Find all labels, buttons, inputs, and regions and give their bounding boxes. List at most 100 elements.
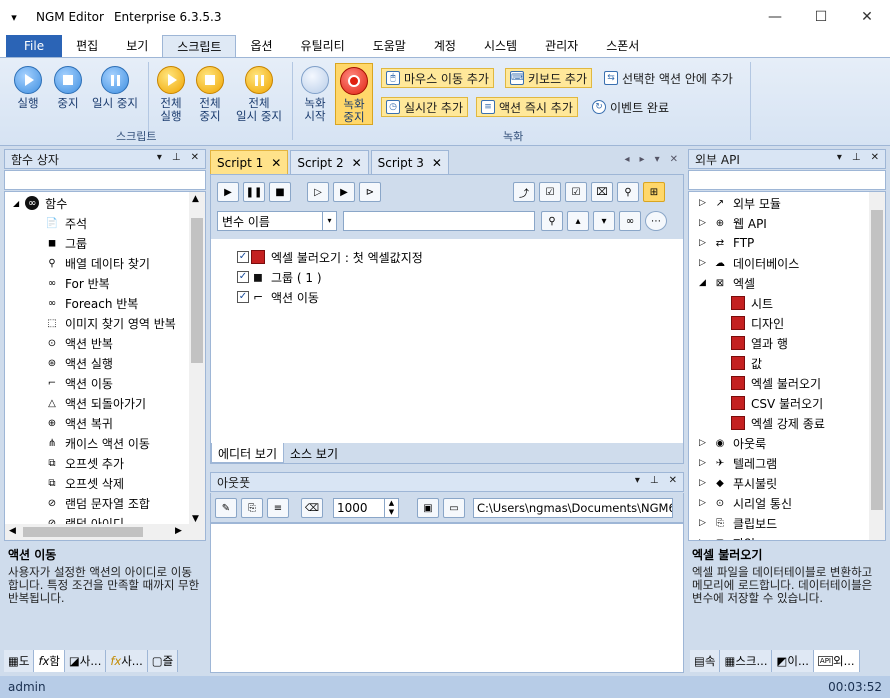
add-file-icon[interactable]: ⎘ [241,498,263,518]
add-in-selected-action-button[interactable]: ⇆ 선택한 액션 안에 추가 [600,68,737,88]
minimize-button[interactable]: — [752,0,798,34]
menu-script[interactable]: 스크립트 [162,35,237,57]
source-view-tab[interactable]: 소스 보기 [284,443,344,463]
tab-script-2[interactable]: Script 2 ✕ [290,150,369,174]
close-tab-icon[interactable]: ✕ [352,156,362,170]
menu-sponsor[interactable]: 스폰서 [592,35,653,57]
scroll-up-icon[interactable]: ▲ [192,194,199,204]
tab-script-3[interactable]: Script 3 ✕ [370,150,449,174]
api-item-database[interactable]: ▷ ☁ 데이터베이스 [699,253,799,273]
close-doc-icon[interactable]: ✕ [670,154,678,165]
script-row[interactable]: ✓ 엑셀 불러오기 : 첫 엑셀값지정 [237,247,423,267]
api-item-external-module[interactable]: ▷ ↗ 외부 모듈 [699,193,781,213]
function-item-action-move[interactable]: ⌐ 액션 이동 [45,373,113,393]
chart-icon[interactable]: ⤴ [513,182,535,202]
step-into-icon[interactable]: ▶ [333,182,355,202]
dropdown-icon[interactable]: ▾ [635,475,640,486]
api-item-excel[interactable]: ◢ ⊠ 엑셀 [699,273,755,293]
delete-icon[interactable]: ⌧ [591,182,613,202]
clear-log-icon[interactable]: ✎ [215,498,237,518]
function-item-array-search[interactable]: ⚲ 배열 데이타 찾기 [45,253,150,273]
close-icon[interactable]: ✕ [871,152,879,163]
menu-utility[interactable]: 유틸리티 [287,35,359,57]
menu-file[interactable]: File [6,35,63,57]
api-item-design[interactable]: 디자인 [731,313,784,333]
function-item-action-back[interactable]: △ 액션 되돌아가기 [45,393,146,413]
function-item-offset-delete[interactable]: ⧉ 오프셋 삭제 [45,473,124,493]
search-icon[interactable]: ⚲ [617,182,639,202]
function-item-offset-add[interactable]: ⧉ 오프셋 추가 [45,453,124,473]
function-item-action-run[interactable]: ⊛ 액션 실행 [45,353,113,373]
run-button[interactable]: 실행 [10,66,46,110]
tab-user-1[interactable]: ◪ 사... [64,650,107,672]
interval-stepper[interactable]: 1000 ▲ ▼ [333,498,399,518]
record-start-button[interactable]: 녹화 시작 [297,66,333,123]
function-item-comment[interactable]: 📄 주석 [45,213,87,233]
menu-system[interactable]: 시스템 [470,35,531,57]
function-item-image-search[interactable]: ⬚ 이미지 찾기 영역 반복 [45,313,176,333]
scroll-right-icon[interactable]: ▶ [175,526,182,536]
expand-icon[interactable]: ▷ [699,218,707,228]
tree-root-functions[interactable]: ◢ ∞ 함수 [13,193,67,213]
stop-button[interactable]: 중지 [50,66,86,110]
record-stop-button[interactable]: 녹화 중지 [335,63,373,125]
pin-icon[interactable]: ⊥ [172,152,181,163]
step-icon[interactable]: ▷ [307,182,329,202]
tab-functions[interactable]: fx 함 [34,650,65,672]
api-item-excel-force-close[interactable]: 엑셀 강제 종료 [731,413,825,433]
pin-icon[interactable]: ⊥ [852,152,861,163]
tab-screen[interactable]: ▦ 스크... [720,650,773,672]
dropdown-icon[interactable]: ▾ [157,152,162,163]
close-button[interactable]: ✕ [844,0,890,34]
search-icon[interactable]: ⚲ [541,211,563,231]
expand-icon[interactable]: ◢ [699,278,707,288]
scroll-down-icon[interactable]: ▼ [192,514,199,524]
tab-image[interactable]: ◩ 이... [772,650,814,672]
api-item-csv-load[interactable]: CSV 불러오기 [731,393,823,413]
expand-icon[interactable]: ▷ [699,238,707,248]
horizontal-scrollbar[interactable]: ◀ ▶ [5,524,205,540]
close-tab-icon[interactable]: ✕ [432,156,442,170]
stepper-arrows-icon[interactable]: ▲ ▼ [384,499,398,517]
add-mouse-move-button[interactable]: 🖱 마우스 이동 추가 [381,68,494,88]
tab-favorites[interactable]: ▢ 즐 [147,650,179,672]
eraser-icon[interactable]: ⌫ [301,498,323,518]
run-script-icon[interactable]: ▶ [217,182,239,202]
api-item-ftp[interactable]: ▷ ⇄ FTP [699,233,754,253]
api-search-input[interactable] [688,170,886,190]
api-item-row-column[interactable]: 열과 행 [731,333,788,353]
close-icon[interactable]: ✕ [191,152,199,163]
menu-view[interactable]: 보기 [112,35,162,57]
tab-list-icon[interactable]: ▾ [655,154,660,165]
api-item-value[interactable]: 값 [731,353,762,373]
api-item-outlook[interactable]: ▷ ◉ 아웃룩 [699,433,766,453]
scroll-left-icon[interactable]: ◀ [9,526,16,536]
menu-options[interactable]: 옵션 [236,35,286,57]
function-search-input[interactable] [4,170,206,190]
api-tree-scrollbar[interactable] [869,192,885,540]
editor-view-tab[interactable]: 에디터 보기 [211,443,285,463]
chevron-down-icon[interactable]: ▾ [322,212,336,230]
expand-icon[interactable]: ▷ [699,518,707,528]
stop-all-button[interactable]: 전체 중지 [192,66,228,123]
search-down-icon[interactable]: ▾ [593,211,615,231]
step-over-icon[interactable]: ⊳ [359,182,381,202]
maximize-button[interactable]: ☐ [798,0,844,34]
add-keyboard-button[interactable]: ⌨ 키보드 추가 [505,68,593,88]
tab-toolbox[interactable]: ▦ 도 [4,650,35,672]
close-icon[interactable]: ✕ [669,475,677,486]
variable-select[interactable]: 변수 이름 ▾ [217,211,337,231]
api-item-serial[interactable]: ▷ ⊙ 시리얼 통신 [699,493,792,513]
menu-edit[interactable]: 편집 [62,35,112,57]
row-checkbox[interactable]: ✓ [237,271,249,283]
menu-account[interactable]: 계정 [420,35,470,57]
expand-icon[interactable]: ▷ [699,478,707,488]
event-complete-button[interactable]: ↻ 이벤트 완료 [588,97,673,117]
system-menu-icon[interactable]: ▾ [0,11,28,24]
expand-icon[interactable]: ▷ [699,258,707,268]
tab-script-1[interactable]: Script 1 ✕ [210,150,289,174]
check-icon[interactable]: ☑ [565,182,587,202]
api-item-excel-load[interactable]: 엑셀 불러오기 [731,373,821,393]
api-item-web-api[interactable]: ▷ ⊕ 웹 API [699,213,767,233]
menu-help[interactable]: 도움말 [359,35,420,57]
